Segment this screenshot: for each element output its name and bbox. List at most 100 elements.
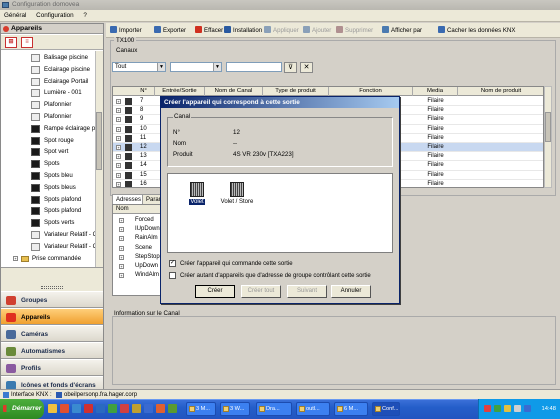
- tree-item[interactable]: Rampe éclairage p: [1, 124, 95, 135]
- nav-item[interactable]: Groupes: [1, 291, 103, 308]
- tray-app-icon[interactable]: [524, 405, 531, 412]
- quick-launch-icon[interactable]: [60, 404, 69, 413]
- tree-item[interactable]: Spots plafond: [1, 195, 95, 206]
- column-header[interactable]: Type de produit: [263, 87, 329, 96]
- view-list-button[interactable]: ≡: [21, 37, 33, 48]
- nav-item[interactable]: Automatismes: [1, 342, 103, 359]
- toolbar-button[interactable]: Effacer: [195, 25, 223, 36]
- quick-launch-icon[interactable]: [48, 404, 57, 413]
- product-volet-store[interactable]: Volet / Store: [214, 182, 260, 205]
- toolbar-button[interactable]: Exporter: [154, 25, 186, 36]
- menu-general[interactable]: Général: [0, 10, 30, 22]
- column-header[interactable]: Nom de produit: [458, 87, 543, 96]
- taskbar-task[interactable]: outl...: [296, 402, 330, 416]
- column-header[interactable]: Media: [413, 87, 458, 96]
- tree-item[interactable]: Spot rouge: [1, 136, 95, 147]
- column-header[interactable]: Fonction: [329, 87, 413, 96]
- filter-icon[interactable]: ⊽: [284, 62, 297, 73]
- toolbar-button[interactable]: Importer: [110, 25, 142, 36]
- next-button[interactable]: Suivant: [287, 285, 327, 298]
- tree-item[interactable]: + Prise commandée: [1, 254, 95, 265]
- checkbox-unchecked[interactable]: [169, 272, 176, 279]
- expand-icon[interactable]: +: [119, 264, 124, 269]
- filter-text-input[interactable]: [226, 62, 282, 72]
- start-button[interactable]: Démarrer: [0, 399, 44, 419]
- tree-item[interactable]: Plafonnier: [1, 100, 95, 111]
- quick-launch-icon[interactable]: [108, 404, 117, 413]
- toolbar-button[interactable]: Supprimer: [336, 25, 373, 36]
- expand-icon[interactable]: +: [116, 108, 121, 114]
- tree-item[interactable]: Eclairage Portail: [1, 77, 95, 88]
- menu-configuration[interactable]: Configuration: [32, 10, 77, 22]
- filter-select[interactable]: Tout ▼: [112, 62, 166, 72]
- chevron-down-icon[interactable]: ▼: [157, 63, 165, 71]
- taskbar-task[interactable]: 6 M...: [334, 402, 368, 416]
- tree-item[interactable]: Spots verts: [1, 218, 95, 229]
- expand-icon[interactable]: +: [119, 273, 124, 279]
- column-header[interactable]: N°: [133, 87, 155, 96]
- create-button[interactable]: Créer: [195, 285, 235, 298]
- toolbar-button[interactable]: Afficher par: [382, 25, 422, 36]
- expand-icon[interactable]: +: [116, 145, 121, 150]
- clear-filter-icon[interactable]: ✕: [300, 62, 313, 73]
- expand-icon[interactable]: +: [116, 181, 121, 187]
- tray-network-icon[interactable]: [494, 405, 501, 412]
- quick-launch-icon[interactable]: [72, 404, 81, 413]
- expand-icon[interactable]: +: [119, 254, 124, 260]
- expand-icon[interactable]: +: [116, 172, 121, 178]
- taskbar-task[interactable]: Dra...: [256, 402, 292, 416]
- tab-adresses[interactable]: Adresses: [112, 194, 146, 204]
- column-header[interactable]: Entrée/Sortie: [155, 87, 205, 96]
- taskbar-task[interactable]: 3 M...: [186, 402, 216, 416]
- nav-item[interactable]: Profils: [1, 359, 103, 376]
- menu-help[interactable]: ?: [79, 10, 91, 22]
- toolbar-button[interactable]: Installation: [224, 25, 262, 36]
- tree-item[interactable]: Eclairage piscine: [1, 65, 95, 76]
- quick-launch-icon[interactable]: [120, 404, 129, 413]
- tree-item[interactable]: Spot vert: [1, 147, 95, 158]
- tree-item[interactable]: Variateur Relatif - C: [1, 242, 95, 253]
- toolbar-button[interactable]: Appliquer: [264, 25, 299, 36]
- tree-item[interactable]: Variateur Relatif - C: [1, 230, 95, 241]
- clock[interactable]: 14:48: [541, 406, 556, 412]
- taskbar-task[interactable]: 3 W...: [220, 402, 250, 416]
- nav-item[interactable]: Appareils: [1, 308, 103, 325]
- quick-launch-icon[interactable]: [132, 404, 141, 413]
- tray-volume-icon[interactable]: [514, 405, 521, 412]
- panel-splitter[interactable]: [1, 267, 103, 291]
- tree-item[interactable]: Spots bleus: [1, 183, 95, 194]
- quick-launch-icon[interactable]: [96, 404, 105, 413]
- tree-item[interactable]: Spots: [1, 159, 95, 170]
- tray-security-icon[interactable]: [504, 405, 511, 412]
- chevron-down-icon[interactable]: ▼: [213, 63, 221, 71]
- tree-item[interactable]: Plafonnier: [1, 112, 95, 123]
- expand-icon[interactable]: +: [116, 99, 121, 104]
- quick-launch-icon[interactable]: [144, 404, 153, 413]
- checkbox-checked[interactable]: ✓: [169, 260, 176, 267]
- tree-scroll-thumb[interactable]: [96, 112, 102, 170]
- tree-item[interactable]: Spots bleu: [1, 171, 95, 182]
- splitter-grip[interactable]: [41, 286, 63, 289]
- column-header[interactable]: Nom de Canal: [205, 87, 263, 96]
- quick-launch-icon[interactable]: [156, 404, 165, 413]
- tray-alert-icon[interactable]: [484, 405, 491, 412]
- quick-launch-icon[interactable]: [84, 404, 93, 413]
- expand-icon[interactable]: +: [116, 154, 121, 160]
- tree-item[interactable]: Balisage piscine: [1, 53, 95, 64]
- nav-item[interactable]: Caméras: [1, 325, 103, 342]
- create-all-button[interactable]: Créer tout: [241, 285, 281, 298]
- expand-icon[interactable]: +: [119, 236, 124, 242]
- toolbar-button[interactable]: Ajouter: [303, 25, 331, 36]
- cancel-button[interactable]: Annuler: [331, 285, 371, 298]
- expand-icon[interactable]: +: [13, 255, 18, 261]
- toolbar-button[interactable]: Cacher les données KNX: [438, 25, 515, 36]
- expand-icon[interactable]: +: [116, 126, 121, 132]
- expand-icon[interactable]: +: [116, 135, 121, 141]
- expand-icon[interactable]: +: [116, 117, 121, 123]
- taskbar-task[interactable]: Conf...: [372, 402, 400, 416]
- expand-icon[interactable]: +: [119, 245, 124, 251]
- quick-launch-icon[interactable]: [168, 404, 177, 413]
- expand-icon[interactable]: +: [116, 163, 121, 169]
- expand-icon[interactable]: +: [119, 218, 124, 223]
- expand-icon[interactable]: +: [119, 227, 124, 233]
